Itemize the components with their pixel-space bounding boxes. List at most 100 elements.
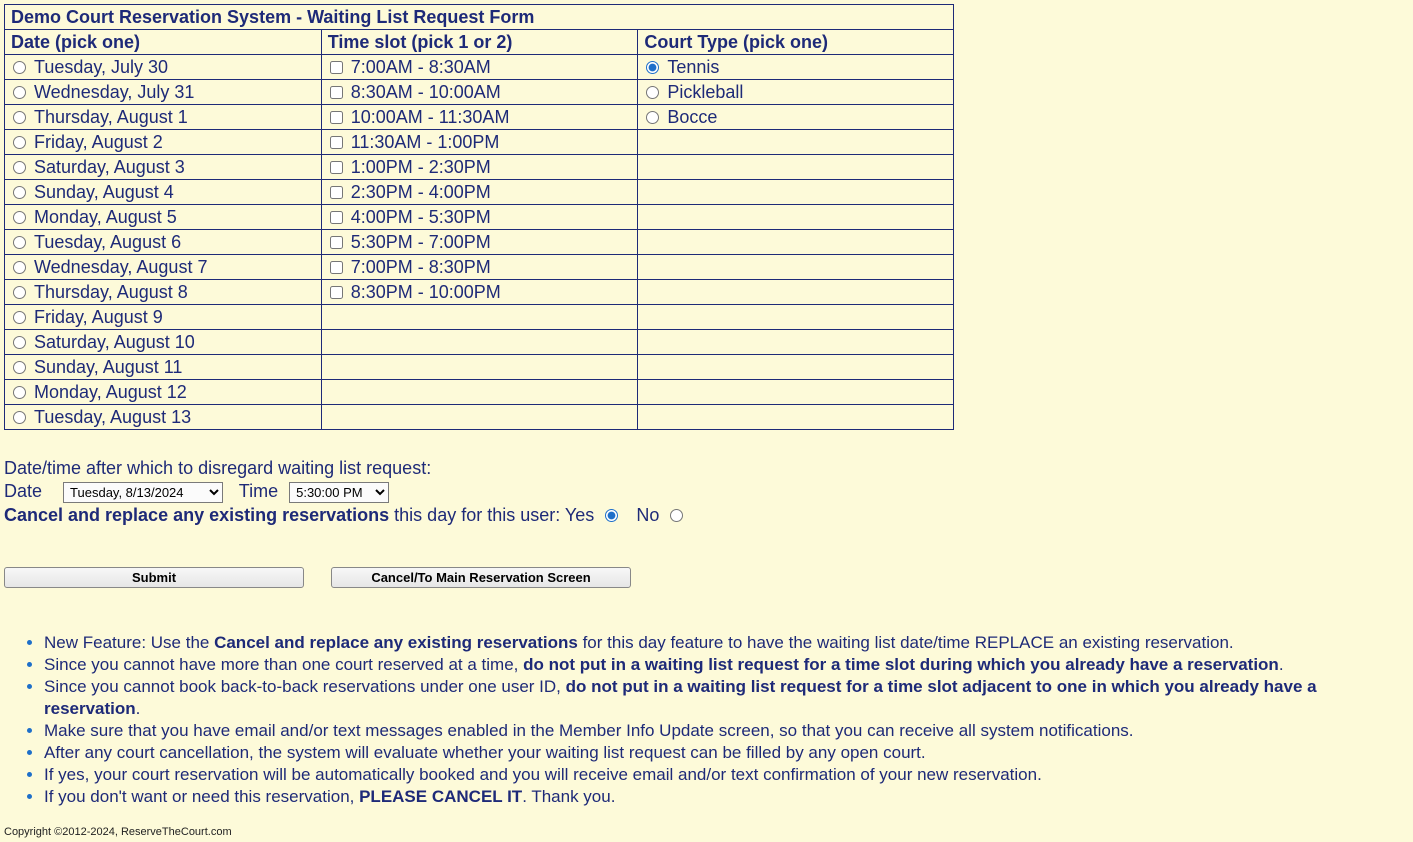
- timeslot-cell[interactable]: 10:00AM - 11:30AM: [321, 105, 638, 130]
- timeslot-cell[interactable]: 2:30PM - 4:00PM: [321, 180, 638, 205]
- empty-cell: [638, 230, 954, 255]
- date-label: Thursday, August 8: [34, 282, 188, 303]
- timeslot-checkbox[interactable]: [330, 286, 343, 299]
- date-radio[interactable]: [13, 361, 26, 374]
- timeslot-checkbox[interactable]: [330, 161, 343, 174]
- court-radio[interactable]: [646, 61, 659, 74]
- timeslot-cell[interactable]: 1:00PM - 2:30PM: [321, 155, 638, 180]
- timeslot-cell[interactable]: 8:30PM - 10:00PM: [321, 280, 638, 305]
- date-radio[interactable]: [13, 261, 26, 274]
- empty-cell: [321, 405, 638, 430]
- date-radio[interactable]: [13, 161, 26, 174]
- cancel-button[interactable]: Cancel/To Main Reservation Screen: [331, 567, 631, 588]
- date-radio[interactable]: [13, 411, 26, 424]
- date-radio[interactable]: [13, 61, 26, 74]
- timeslot-cell[interactable]: 4:00PM - 5:30PM: [321, 205, 638, 230]
- date-cell[interactable]: Tuesday, July 30: [5, 55, 322, 80]
- date-cell[interactable]: Thursday, August 1: [5, 105, 322, 130]
- court-radio[interactable]: [646, 86, 659, 99]
- court-cell[interactable]: Tennis: [638, 55, 954, 80]
- disregard-date-label: Date: [4, 481, 42, 501]
- timeslot-cell[interactable]: 11:30AM - 1:00PM: [321, 130, 638, 155]
- disregard-time-select[interactable]: 5:30:00 PM: [289, 482, 389, 503]
- cancel-replace-no-label: No: [636, 505, 659, 525]
- timeslot-label: 8:30PM - 10:00PM: [351, 282, 501, 303]
- timeslot-checkbox[interactable]: [330, 261, 343, 274]
- empty-cell: [638, 205, 954, 230]
- empty-cell: [321, 380, 638, 405]
- cancel-replace-bold: Cancel and replace any existing reservat…: [4, 505, 389, 525]
- timeslot-label: 7:00PM - 8:30PM: [351, 257, 491, 278]
- empty-cell: [638, 405, 954, 430]
- date-cell[interactable]: Wednesday, July 31: [5, 80, 322, 105]
- cancel-replace-no-radio[interactable]: [670, 509, 683, 522]
- date-label: Wednesday, August 7: [34, 257, 207, 278]
- date-cell[interactable]: Thursday, August 8: [5, 280, 322, 305]
- date-radio[interactable]: [13, 111, 26, 124]
- date-cell[interactable]: Monday, August 12: [5, 380, 322, 405]
- date-cell[interactable]: Saturday, August 10: [5, 330, 322, 355]
- date-radio[interactable]: [13, 311, 26, 324]
- note-item: Since you cannot have more than one cour…: [44, 654, 1409, 676]
- note-item: After any court cancellation, the system…: [44, 742, 1409, 764]
- footer-copyright: Copyright ©2012-2024, ReserveTheCourt.co…: [4, 826, 1409, 838]
- date-label: Friday, August 2: [34, 132, 163, 153]
- date-cell[interactable]: Sunday, August 4: [5, 180, 322, 205]
- timeslot-checkbox[interactable]: [330, 136, 343, 149]
- timeslot-checkbox[interactable]: [330, 236, 343, 249]
- timeslot-label: 8:30AM - 10:00AM: [351, 82, 501, 103]
- timeslot-label: 2:30PM - 4:00PM: [351, 182, 491, 203]
- empty-cell: [638, 155, 954, 180]
- date-radio[interactable]: [13, 86, 26, 99]
- date-cell[interactable]: Friday, August 9: [5, 305, 322, 330]
- cancel-replace-yes-radio[interactable]: [605, 509, 618, 522]
- date-label: Saturday, August 10: [34, 332, 195, 353]
- note-item: If you don't want or need this reservati…: [44, 786, 1409, 808]
- timeslot-checkbox[interactable]: [330, 111, 343, 124]
- timeslot-checkbox[interactable]: [330, 86, 343, 99]
- date-label: Tuesday, August 13: [34, 407, 191, 428]
- date-label: Thursday, August 1: [34, 107, 188, 128]
- date-cell[interactable]: Friday, August 2: [5, 130, 322, 155]
- notes-list: New Feature: Use the Cancel and replace …: [4, 632, 1409, 808]
- timeslot-cell[interactable]: 5:30PM - 7:00PM: [321, 230, 638, 255]
- empty-cell: [638, 130, 954, 155]
- submit-button[interactable]: Submit: [4, 567, 304, 588]
- timeslot-checkbox[interactable]: [330, 186, 343, 199]
- timeslot-cell[interactable]: 7:00PM - 8:30PM: [321, 255, 638, 280]
- note-item: New Feature: Use the Cancel and replace …: [44, 632, 1409, 654]
- disregard-prompt: Date/time after which to disregard waiti…: [4, 458, 1409, 479]
- date-cell[interactable]: Wednesday, August 7: [5, 255, 322, 280]
- disregard-time-label: Time: [239, 481, 278, 501]
- timeslot-label: 5:30PM - 7:00PM: [351, 232, 491, 253]
- empty-cell: [638, 380, 954, 405]
- court-cell[interactable]: Pickleball: [638, 80, 954, 105]
- timeslot-checkbox[interactable]: [330, 211, 343, 224]
- empty-cell: [638, 330, 954, 355]
- disregard-date-select[interactable]: Tuesday, 8/13/2024: [63, 482, 223, 503]
- date-radio[interactable]: [13, 186, 26, 199]
- date-cell[interactable]: Saturday, August 3: [5, 155, 322, 180]
- page-title: Demo Court Reservation System - Waiting …: [5, 5, 954, 30]
- timeslot-cell[interactable]: 8:30AM - 10:00AM: [321, 80, 638, 105]
- date-radio[interactable]: [13, 386, 26, 399]
- court-radio[interactable]: [646, 111, 659, 124]
- date-cell[interactable]: Monday, August 5: [5, 205, 322, 230]
- empty-cell: [321, 330, 638, 355]
- col-header-court: Court Type (pick one): [638, 30, 954, 55]
- date-radio[interactable]: [13, 336, 26, 349]
- timeslot-label: 7:00AM - 8:30AM: [351, 57, 491, 78]
- empty-cell: [321, 305, 638, 330]
- date-cell[interactable]: Tuesday, August 6: [5, 230, 322, 255]
- court-cell[interactable]: Bocce: [638, 105, 954, 130]
- timeslot-checkbox[interactable]: [330, 61, 343, 74]
- date-radio[interactable]: [13, 136, 26, 149]
- col-header-date: Date (pick one): [5, 30, 322, 55]
- date-cell[interactable]: Tuesday, August 13: [5, 405, 322, 430]
- date-radio[interactable]: [13, 211, 26, 224]
- date-radio[interactable]: [13, 236, 26, 249]
- date-cell[interactable]: Sunday, August 11: [5, 355, 322, 380]
- empty-cell: [321, 355, 638, 380]
- date-radio[interactable]: [13, 286, 26, 299]
- timeslot-cell[interactable]: 7:00AM - 8:30AM: [321, 55, 638, 80]
